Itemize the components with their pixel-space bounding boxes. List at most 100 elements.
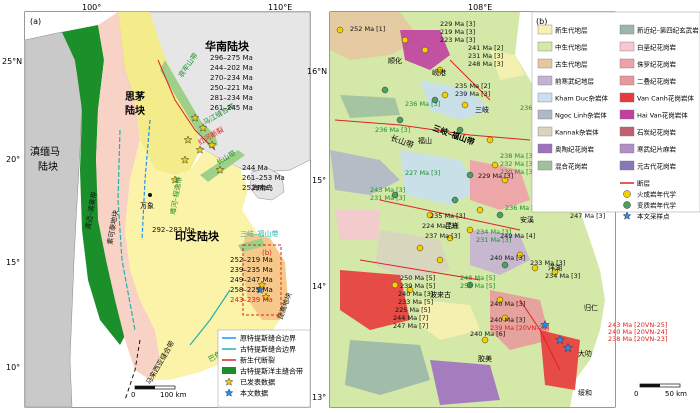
- age-label-b-17: 243 Ma [3]: [370, 186, 405, 194]
- place-quinhon: 归仁: [584, 303, 598, 312]
- legend-b-swatch-4: [537, 58, 553, 69]
- igneous-marker-7: [491, 161, 499, 169]
- panel-a-label: (a): [30, 17, 41, 26]
- label-simao-2: 陆块: [125, 104, 146, 117]
- age-label-b-33: 233 Ma [5]: [398, 298, 433, 306]
- b-lat-16: 16°N: [307, 67, 327, 76]
- scale-bar-b: 0 50 km: [634, 383, 687, 398]
- geology-unit-14: [335, 210, 380, 240]
- legend-b-label-5: 侏罗纪花岗岩: [637, 60, 677, 69]
- panel-b-label: (b): [536, 17, 547, 26]
- age-label-b-31: 239 Ma [5]: [400, 282, 435, 290]
- age-label-b-37: 244 Ma [7]: [393, 314, 428, 322]
- figure-svg: (b) 100° 110°E 25°N 20° 15° 10° (a) 华南陆块…: [2, 3, 700, 408]
- age-label-b-12: 238 Ma [3]: [500, 152, 535, 160]
- age-label-b-36: 225 Ma [5]: [395, 306, 430, 314]
- age-label-a-9: 292–283 Ma: [152, 226, 195, 234]
- geology-unit-16: [340, 95, 400, 118]
- legend-a-label-1: 古特提斯缝合边界: [240, 345, 296, 354]
- age-label-b-2: 219 Ma [3]: [440, 28, 475, 36]
- metamorphic-marker-1: [396, 116, 404, 124]
- legend-b-label-10: Ngoc Linh杂岩体: [555, 111, 607, 120]
- igneous-marker-12: [416, 244, 424, 252]
- age-label-b-1: 229 Ma [3]: [440, 20, 475, 28]
- b-lat-13: 13°: [312, 393, 326, 402]
- metamorphic-marker-4: [466, 171, 474, 179]
- age-label-b-23: 237 Ma [3]: [425, 232, 460, 240]
- legend-b-label-8: Kham Duc杂岩体: [555, 94, 608, 103]
- age-label-b-42: 239 Ma [20VN-29]: [490, 324, 549, 332]
- age-label-b-5: 231 Ma [3]: [468, 52, 503, 60]
- label-south-china: 华南陆块: [205, 39, 250, 53]
- igneous-marker-13: [436, 256, 444, 264]
- legend-a-label-5: 本文数据: [240, 389, 268, 398]
- age-label-b-9: 236 Ma [3]: [405, 100, 440, 108]
- place-quinhon-lake: 洋湖: [548, 263, 562, 272]
- age-label-b-32: 240 Ma [3]: [398, 290, 433, 298]
- legend-b-swatch-2: [537, 41, 553, 52]
- legend-b-swatch-16: [537, 160, 553, 171]
- place-phuocson: 福山: [418, 136, 432, 145]
- legend-b-swatch-12: [537, 126, 553, 137]
- place-jiaomei: 胶美: [478, 354, 492, 363]
- legend-b-swatch-14: [537, 143, 553, 154]
- igneous-marker-4: [441, 91, 449, 99]
- age-label-b-26: 249 Ma [4]: [500, 232, 535, 240]
- metamorphic-marker-9: [501, 261, 509, 269]
- label-myanmar-1: 滇缅马: [30, 145, 60, 158]
- legend-b-label-6: 前寒武纪地层: [555, 77, 595, 86]
- age-label-a-6: 244 Ma: [242, 164, 268, 172]
- age-label-b-21: 235 Ma [3]: [430, 212, 465, 220]
- panel-b: 252 Ma [1] 229 Ma [3]219 Ma [3]223 Ma [3]…: [307, 3, 700, 408]
- lat-tick-20: 20°: [6, 155, 20, 164]
- figure: (b) 100° 110°E 25°N 20° 15° 10° (a) 华南陆块…: [0, 0, 700, 413]
- age-label-a-3: 250–221 Ma: [210, 84, 253, 92]
- legend-b-label-20: 变质岩年代学: [637, 201, 677, 210]
- age-label-b-13: 232 Ma [3]: [500, 160, 535, 168]
- age-label-a-7: 261–253 Ma: [242, 174, 285, 182]
- legend-b-swatch-6: [537, 75, 553, 86]
- igneous-marker-0: [336, 26, 344, 34]
- legend-b-label-3: 白垩纪花岗岩: [637, 43, 677, 52]
- age-label-b-18: 231 Ma [3]: [370, 194, 405, 202]
- place-tamky: 三岐: [475, 105, 489, 114]
- age-label-a-4: 281–234 Ma: [210, 94, 253, 102]
- place-tuyhoa: 绥和: [578, 388, 592, 397]
- age-label-a-14: 243–239 Ma: [230, 296, 273, 304]
- scale-a-km: 100 km: [160, 391, 187, 399]
- age-label-a-5: 261–245 Ma: [210, 104, 253, 112]
- legend-b-swatch-11: [619, 109, 635, 120]
- legend-b-swatch-0: [537, 24, 553, 35]
- age-label-a-0: 296–275 Ma: [210, 54, 253, 62]
- age-label-b-16: 227 Ma [3]: [405, 169, 440, 177]
- place-dalat: 大叻: [578, 349, 592, 358]
- age-label-b-39: 240 Ma [3]: [490, 300, 525, 308]
- legend-b-label-19: 火成岩年代学: [637, 190, 677, 199]
- igneous-marker-1: [401, 36, 409, 44]
- lat-tick-25: 25°N: [2, 57, 22, 66]
- legend-b-star-21: [622, 211, 632, 220]
- b-lon-tick: 108°E: [468, 3, 492, 12]
- legend-b-label-16: 混合花岗岩: [555, 162, 588, 171]
- vientiane-dot: [148, 193, 152, 197]
- label-vientiane: 万象: [140, 201, 154, 210]
- legend-a-label-2: 新生代断裂: [240, 356, 275, 365]
- age-label-b-35: 258 Ma [5]: [460, 282, 495, 290]
- igneous-marker-6: [486, 136, 494, 144]
- age-label-b-30: 250 Ma [5]: [400, 274, 435, 282]
- legend-b-label-11: Hai Van花岗岩体: [637, 111, 688, 120]
- legend-b-swatch-10: [537, 109, 553, 120]
- legend-b-label-0: 新生代地层: [555, 26, 588, 35]
- metamorphic-marker-0: [381, 86, 389, 94]
- legend-b-label-7: 二叠纪花岗岩: [637, 77, 677, 86]
- legend-b-swatch-13: [619, 126, 635, 137]
- age-label-b-27: 240 Ma [3]: [490, 254, 525, 262]
- label-tamky: 三岐–福山带: [240, 229, 279, 238]
- age-label-b-29: 234 Ma [3]: [545, 272, 580, 280]
- place-anke: 安溪: [520, 215, 534, 224]
- b-lat-15: 15°: [312, 176, 326, 185]
- scale-a-zero: 0: [131, 391, 135, 399]
- legend-b-swatch-5: [619, 58, 635, 69]
- legend-b-label-9: Van Canh花岗岩体: [637, 94, 694, 103]
- legend-b-label-4: 古生代地层: [555, 60, 588, 69]
